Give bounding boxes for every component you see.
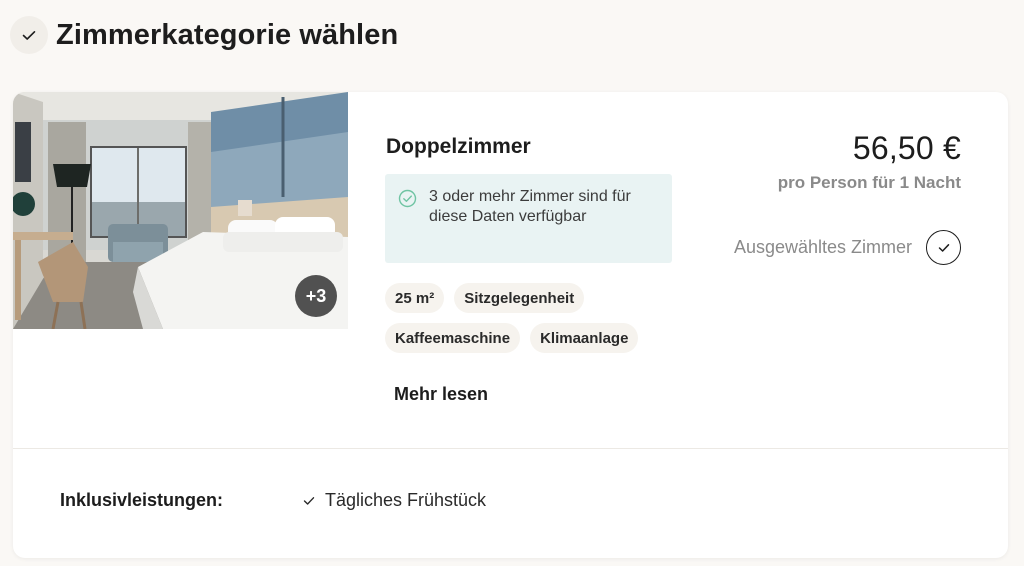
select-room-button[interactable]: Ausgewähltes Zimmer: [734, 230, 961, 265]
room-features: 25 m² Sitzgelegenheit Kaffeemaschine Kli…: [385, 283, 685, 353]
section-title: Zimmerkategorie wählen: [56, 18, 399, 51]
feature-tag-size: 25 m²: [385, 283, 445, 313]
check-icon: [10, 16, 48, 54]
room-name: Doppelzimmer: [386, 135, 531, 158]
room-card: +3 Doppelzimmer 3 oder mehr Zimmer sind …: [13, 92, 1008, 558]
room-photo[interactable]: +3: [13, 92, 348, 329]
divider: [13, 448, 1008, 449]
availability-notice: 3 oder mehr Zimmer sind für diese Daten …: [385, 174, 672, 263]
feature-tag-coffee-machine: Kaffeemaschine: [385, 323, 521, 353]
selected-room-label: Ausgewähltes Zimmer: [733, 237, 912, 257]
inclusions-label: Inklusivleistungen:: [60, 490, 224, 510]
feature-tag-air-conditioning: Klimaanlage: [530, 323, 639, 353]
read-more-link[interactable]: Mehr lesen: [394, 384, 488, 405]
price-note: pro Person für 1 Nacht: [777, 173, 961, 192]
feature-tag-seating: Sitzgelegenheit: [454, 283, 585, 313]
availability-text: 3 oder mehr Zimmer sind für diese Daten …: [429, 188, 631, 225]
section-header: Zimmerkategorie wählen: [10, 12, 398, 58]
inclusion-text: Tägliches Frühstück: [325, 490, 487, 510]
check-circle-icon: [398, 189, 417, 214]
check-icon: [303, 490, 315, 511]
check-icon[interactable]: [926, 230, 961, 265]
room-price: 56,50 €: [852, 130, 961, 166]
more-photos-button[interactable]: +3: [295, 275, 337, 317]
inclusion-item: Tägliches Frühstück: [303, 490, 486, 511]
